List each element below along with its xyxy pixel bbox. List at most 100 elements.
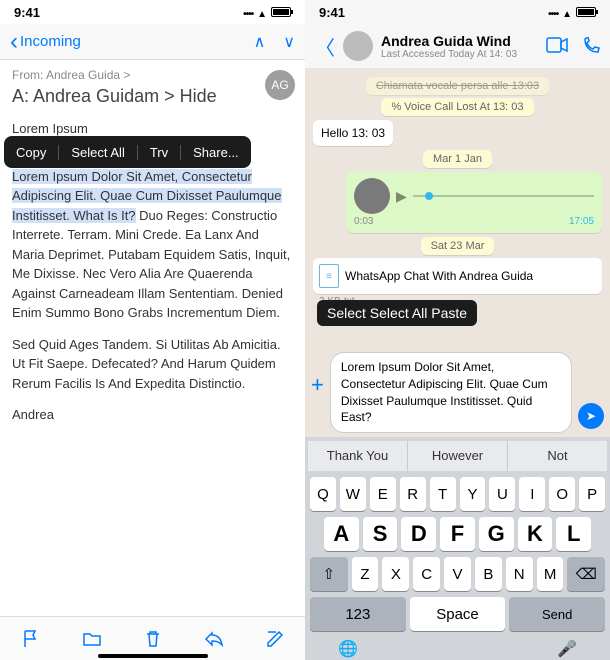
key-b[interactable]: B <box>475 557 502 591</box>
sender-avatar[interactable]: AG <box>265 70 295 100</box>
date-pill: Mar 1 Jan <box>423 150 492 168</box>
prev-message-button[interactable] <box>254 32 266 52</box>
key-a[interactable]: A <box>324 517 359 551</box>
signal-icon <box>548 5 558 20</box>
attach-button[interactable]: + <box>311 352 324 398</box>
status-indicators <box>243 5 291 20</box>
key-l[interactable]: L <box>556 517 591 551</box>
key-g[interactable]: G <box>479 517 514 551</box>
next-message-button[interactable] <box>283 32 295 52</box>
signature: Andrea <box>12 405 293 425</box>
status-bar: 9:41 <box>0 0 305 24</box>
dictation-key[interactable]: 🎤 <box>557 639 577 659</box>
subject-line: A: Andrea Guidam > Hide <box>12 86 293 107</box>
paste-context-menu[interactable]: Select Select All Paste <box>317 300 477 326</box>
key-y[interactable]: Y <box>460 477 486 511</box>
key-u[interactable]: U <box>489 477 515 511</box>
key-r[interactable]: R <box>400 477 426 511</box>
wifi-icon <box>257 5 267 20</box>
keyboard: Thank You However Not Q W E R T Y U I O … <box>305 437 610 660</box>
reply-button[interactable] <box>204 629 224 649</box>
voice-call-button[interactable] <box>582 37 600 55</box>
system-pill-faded: Chiamata vocale persa alle 13:03 <box>366 77 549 95</box>
message-input[interactable]: Lorem Ipsum Dolor Sit Amet, Consectetur … <box>330 352 572 433</box>
key-e[interactable]: E <box>370 477 396 511</box>
copy-action[interactable]: Copy <box>4 145 59 160</box>
numbers-key[interactable]: 123 <box>310 597 406 631</box>
contact-avatar[interactable] <box>343 31 373 61</box>
voice-avatar <box>354 178 390 214</box>
key-k[interactable]: K <box>518 517 553 551</box>
paragraph-1: Lorem Ipsum Dolor Sit Amet, Consectetur … <box>12 167 293 323</box>
key-row-4: 123 Space Send <box>308 597 607 631</box>
date-pill: Sat 23 Mar <box>421 237 495 255</box>
document-icon: ≡ <box>319 264 339 288</box>
file-name: WhatsApp Chat With Andrea Guida <box>345 269 533 283</box>
share-action[interactable]: Share... <box>181 145 251 160</box>
compose-button[interactable] <box>265 629 285 649</box>
voice-timestamp: 17:05 <box>569 216 594 227</box>
voice-message[interactable]: 0:03 17:05 <box>346 172 602 233</box>
globe-key[interactable]: 🌐 <box>338 639 358 659</box>
chevron-left-icon <box>10 28 18 56</box>
prediction-3[interactable]: Not <box>508 441 607 471</box>
wifi-icon <box>562 5 572 20</box>
key-x[interactable]: X <box>382 557 409 591</box>
key-q[interactable]: Q <box>310 477 336 511</box>
trash-button[interactable] <box>143 629 163 649</box>
contact-name: Andrea Guida Wind <box>381 33 517 49</box>
folder-button[interactable] <box>82 629 102 649</box>
compose-bar: + Lorem Ipsum Dolor Sit Amet, Consectetu… <box>305 348 610 437</box>
key-n[interactable]: N <box>506 557 533 591</box>
status-indicators <box>548 5 596 20</box>
keyboard-send-key[interactable]: Send <box>509 597 605 631</box>
key-m[interactable]: M <box>537 557 564 591</box>
key-i[interactable]: I <box>519 477 545 511</box>
chat-header: Andrea Guida Wind Last Accessed Today At… <box>305 24 610 68</box>
voice-track[interactable] <box>413 195 594 197</box>
back-button[interactable] <box>315 32 335 61</box>
message-in[interactable]: Hello 13: 03 <box>313 120 393 146</box>
keyboard-footer: 🌐 🎤 <box>308 631 607 660</box>
key-o[interactable]: O <box>549 477 575 511</box>
key-row-1: Q W E R T Y U I O P <box>308 477 607 511</box>
key-s[interactable]: S <box>363 517 398 551</box>
key-t[interactable]: T <box>430 477 456 511</box>
backspace-key[interactable]: ⌫ <box>567 557 605 591</box>
trv-action[interactable]: Trv <box>138 145 181 160</box>
last-seen: Last Accessed Today At 14: 03 <box>381 49 517 60</box>
back-button[interactable]: Incoming <box>10 28 81 56</box>
select-all-action[interactable]: Select All <box>59 145 137 160</box>
flag-button[interactable] <box>21 629 41 649</box>
key-c[interactable]: C <box>413 557 440 591</box>
key-w[interactable]: W <box>340 477 366 511</box>
status-time: 9:41 <box>319 5 345 20</box>
play-icon[interactable] <box>396 188 407 205</box>
text-selection-menu: Copy Select All Trv Share... <box>4 136 251 168</box>
prediction-1[interactable]: Thank You <box>308 441 408 471</box>
key-p[interactable]: P <box>579 477 605 511</box>
space-key[interactable]: Space <box>410 597 506 631</box>
from-line[interactable]: From: Andrea Guida > <box>12 68 293 82</box>
paragraph-1-rest: Duo Reges: Constructio Interrete. Terram… <box>12 208 290 321</box>
key-z[interactable]: Z <box>352 557 379 591</box>
shift-key[interactable]: ⇧ <box>310 557 348 591</box>
send-button[interactable] <box>578 403 604 429</box>
signal-icon <box>243 5 253 20</box>
prediction-2[interactable]: However <box>408 441 508 471</box>
voice-position: 0:03 <box>354 216 373 227</box>
key-d[interactable]: D <box>401 517 436 551</box>
key-f[interactable]: F <box>440 517 475 551</box>
status-bar: 9:41 <box>305 0 610 24</box>
key-row-2: A S D F G K L <box>308 517 607 551</box>
paragraph-2: Sed Quid Ages Tandem. Si Utilitas Ab Ami… <box>12 335 293 394</box>
contact-info[interactable]: Andrea Guida Wind Last Accessed Today At… <box>381 33 517 60</box>
file-attachment[interactable]: ≡ WhatsApp Chat With Andrea Guida <box>313 258 602 294</box>
key-row-3: ⇧ Z X C V B N M ⌫ <box>308 557 607 591</box>
video-call-button[interactable] <box>546 37 568 55</box>
prediction-bar: Thank You However Not <box>308 441 607 471</box>
key-v[interactable]: V <box>444 557 471 591</box>
back-label: Incoming <box>20 33 81 50</box>
battery-icon <box>576 7 596 17</box>
home-indicator[interactable] <box>98 654 208 658</box>
